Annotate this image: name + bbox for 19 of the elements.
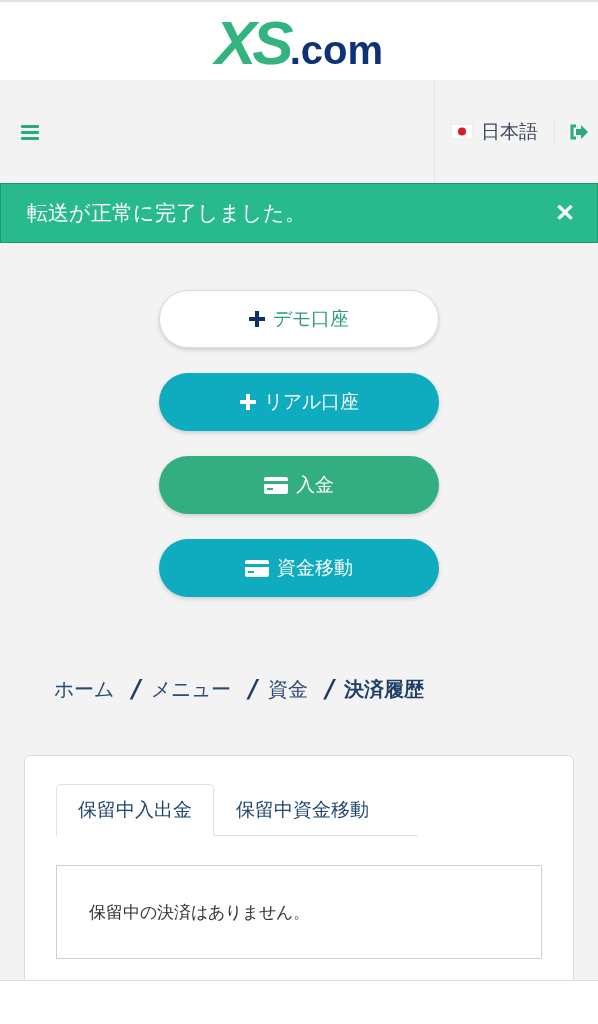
breadcrumb-link[interactable]: 資金 xyxy=(267,675,308,703)
breadcrumb-separator: / xyxy=(132,675,141,703)
language-selector[interactable]: 日本語 xyxy=(451,118,555,145)
empty-message: 保留中の決済はありません。 xyxy=(89,900,310,924)
logout-icon[interactable] xyxy=(569,123,589,140)
menu-icon[interactable] xyxy=(21,123,39,140)
plus-icon xyxy=(239,394,256,410)
flag-icon xyxy=(451,124,473,139)
credit-card-icon xyxy=(264,476,288,494)
tab[interactable]: 保留中資金移動 xyxy=(214,784,391,836)
breadcrumb-link[interactable]: 決済履歴 xyxy=(344,675,425,703)
credit-card-icon xyxy=(245,559,269,577)
breadcrumb-link[interactable]: メニュー xyxy=(150,675,231,703)
tab[interactable]: 保留中入出金 xyxy=(56,784,214,836)
alert-message: 転送が正常に完了しました。 xyxy=(27,200,306,227)
plus-icon xyxy=(249,311,265,327)
breadcrumb-link[interactable]: ホーム xyxy=(54,675,114,703)
breadcrumb-separator: / xyxy=(325,675,335,703)
breadcrumb-separator: / xyxy=(248,675,258,703)
